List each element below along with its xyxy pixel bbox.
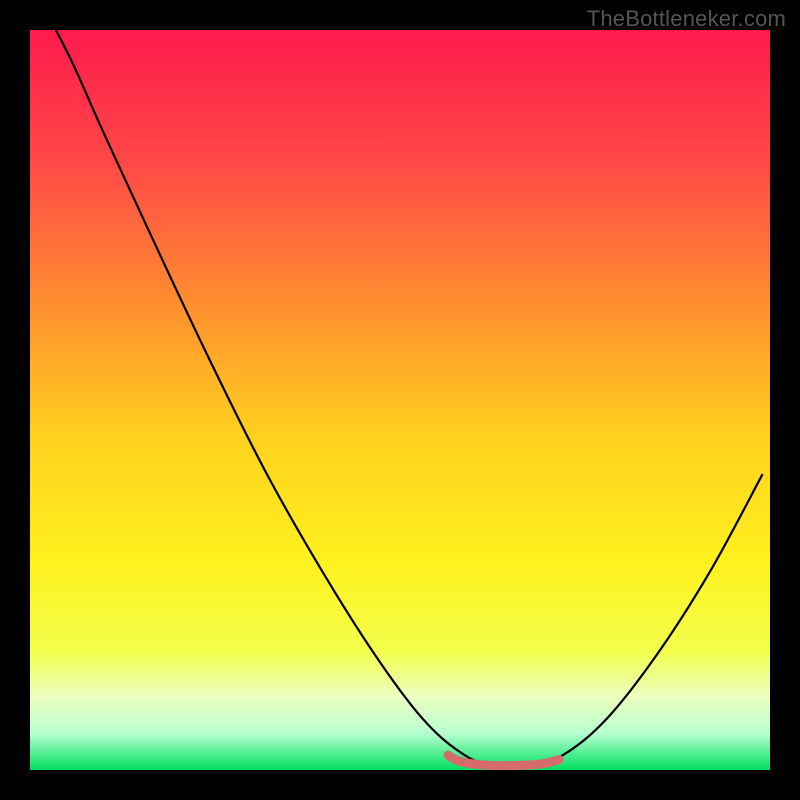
chart-container: TheBottleneker.com bbox=[0, 0, 800, 800]
plot-area bbox=[30, 30, 770, 770]
gradient-background bbox=[30, 30, 770, 770]
chart-svg bbox=[30, 30, 770, 770]
watermark-text: TheBottleneker.com bbox=[587, 6, 786, 32]
